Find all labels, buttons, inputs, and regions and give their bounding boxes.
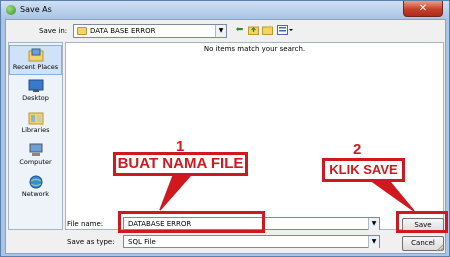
- back-icon[interactable]: ⬅: [234, 25, 245, 35]
- file-name-label: File name:: [67, 220, 104, 228]
- file-name-highlight: [118, 211, 265, 233]
- new-folder-icon[interactable]: [262, 25, 273, 35]
- up-folder-icon[interactable]: [248, 25, 259, 35]
- file-list[interactable]: No items match your search.: [65, 42, 444, 230]
- place-label: Libraries: [21, 126, 50, 134]
- recent-places-icon: [28, 48, 43, 62]
- computer-icon: [29, 143, 42, 156]
- chevron-down-icon[interactable]: ▼: [368, 218, 379, 230]
- place-network[interactable]: Network: [9, 173, 62, 203]
- window-title: Save As: [20, 5, 52, 14]
- chevron-down-icon[interactable]: ▼: [368, 236, 379, 248]
- folder-icon: [77, 27, 87, 35]
- save-button-highlight: [396, 211, 448, 233]
- app-icon: [6, 5, 16, 15]
- step-2-number: 2: [353, 141, 362, 158]
- chevron-down-icon[interactable]: ▼: [215, 25, 226, 37]
- place-label: Desktop: [22, 94, 49, 102]
- save-as-type-label: Save as type:: [67, 238, 115, 246]
- save-in-label: Save in:: [39, 27, 68, 35]
- place-recent-places[interactable]: Recent Places: [9, 45, 62, 75]
- empty-message: No items match your search.: [203, 45, 306, 53]
- close-button[interactable]: ✕: [403, 1, 443, 17]
- places-bar: Recent Places Desktop Libraries Computer…: [8, 42, 63, 230]
- title-bar[interactable]: Save As ✕: [1, 1, 449, 19]
- close-icon: ✕: [418, 3, 428, 14]
- desktop-icon: [28, 79, 43, 92]
- step-1-label: BUAT NAMA FILE: [113, 152, 248, 176]
- step-2-label: KLIK SAVE: [322, 158, 405, 182]
- place-label: Recent Places: [12, 63, 59, 71]
- place-desktop[interactable]: Desktop: [9, 77, 62, 107]
- save-as-type-value: SQL File: [128, 238, 156, 246]
- place-computer[interactable]: Computer: [9, 141, 62, 171]
- libraries-icon: [28, 112, 43, 125]
- save-in-dropdown[interactable]: DATA BASE ERROR ▼: [73, 24, 227, 38]
- place-label: Network: [21, 190, 50, 198]
- save-in-value: DATA BASE ERROR: [90, 27, 156, 35]
- place-libraries[interactable]: Libraries: [9, 109, 62, 139]
- save-as-type-select[interactable]: SQL File ▼: [123, 235, 380, 248]
- view-menu-icon[interactable]: [277, 25, 294, 35]
- place-label: Computer: [19, 158, 52, 166]
- resize-grip-icon[interactable]: [436, 244, 444, 252]
- network-icon: [29, 175, 42, 189]
